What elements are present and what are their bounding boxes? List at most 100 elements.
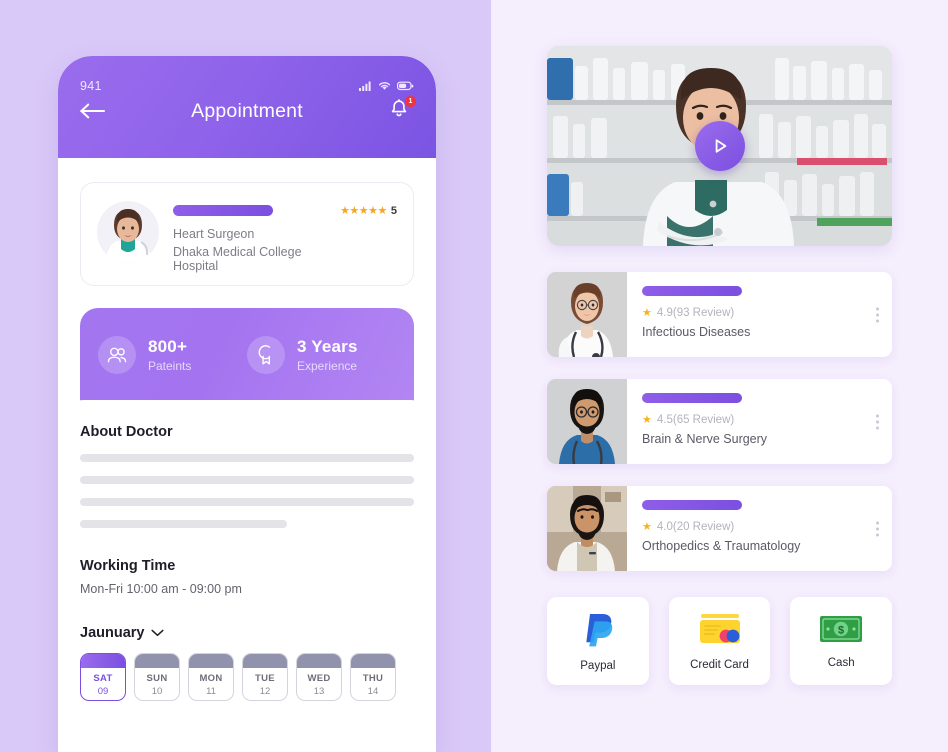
- doctor-details: ★ 4.0(20 Review) Orthopedics & Traumatol…: [627, 486, 892, 571]
- wifi-icon: [378, 81, 391, 91]
- stat-experience: 3 Years Experience: [247, 336, 396, 374]
- battery-icon: [397, 81, 414, 91]
- stats-and-about-wrap: 800+ Pateints 3 Years Experience About D…: [58, 308, 436, 720]
- date-chip-num: 11: [206, 686, 216, 697]
- doctor-name-placeholder: [642, 500, 742, 510]
- doctor-rating: ★ 4.0(20 Review): [642, 520, 892, 534]
- doctor-name-placeholder: [642, 393, 742, 403]
- about-text-line: [80, 476, 414, 484]
- doctor-avatar: [97, 201, 159, 263]
- doctor-thumbnail: [547, 379, 627, 464]
- list-item[interactable]: ★ 4.5(65 Review) Brain & Nerve Surgery: [547, 379, 892, 464]
- details-sheet: About Doctor Working Time Mon-Fri 10:00 …: [58, 400, 436, 720]
- working-time-title: Working Time: [80, 558, 176, 574]
- doctor-specialty: Brain & Nerve Surgery: [642, 432, 768, 446]
- about-doctor-title: About Doctor: [80, 424, 173, 440]
- status-time: 941: [80, 79, 102, 93]
- doctor-name-placeholder: [173, 205, 273, 216]
- paypal-icon: [581, 611, 615, 652]
- payment-methods: Paypal Credit Card $ Cash: [547, 597, 893, 685]
- date-picker: SAT 09 SUN 10 MON 11 TUE 12 WED 13 THU 1…: [80, 653, 414, 701]
- doctor-summary-card[interactable]: Heart Surgeon Dhaka Medical College Hosp…: [80, 182, 414, 286]
- doctor-thumbnail: [547, 272, 627, 357]
- stat-experience-label: Experience: [297, 359, 358, 373]
- phone-mockup: 941 Appointment 1 Heart Surgeon Dhaka Me…: [58, 56, 436, 752]
- date-chip-dow: SUN: [146, 673, 168, 684]
- date-chip-top: [81, 654, 125, 668]
- date-chip-dow: WED: [307, 673, 331, 684]
- rating-text: 4.0(20 Review): [656, 520, 735, 533]
- video-card[interactable]: [547, 46, 892, 246]
- payment-label: Cash: [827, 656, 855, 669]
- doctor-name-placeholder: [642, 286, 742, 296]
- payment-label: Credit Card: [690, 658, 749, 671]
- rating-text: 4.5(65 Review): [656, 413, 735, 426]
- about-text-line: [80, 454, 414, 462]
- date-chip-dow: THU: [362, 673, 384, 684]
- back-button[interactable]: [80, 99, 110, 123]
- date-chip-top: [135, 654, 179, 668]
- patients-icon: [98, 336, 136, 374]
- nav-row: Appointment 1: [80, 94, 416, 128]
- doctor-hospital: Dhaka Medical College Hospital: [173, 245, 302, 273]
- working-time-value: Mon-Fri 10:00 am - 09:00 pm: [80, 582, 242, 596]
- credit-card-icon: [698, 612, 742, 651]
- date-chip-thu-14[interactable]: THU 14: [350, 653, 396, 701]
- stat-patients-value: 800+: [148, 337, 188, 356]
- doctor-thumbnail: [547, 486, 627, 571]
- notification-button[interactable]: 1: [388, 96, 416, 124]
- stat-experience-value: 3 Years: [297, 337, 358, 356]
- cash-icon: $: [819, 614, 863, 649]
- status-bar: 941: [80, 56, 414, 93]
- doctor-info: Heart Surgeon Dhaka Medical College Hosp…: [173, 199, 326, 273]
- kebab-menu-icon[interactable]: [876, 414, 879, 429]
- doctor-specialty: Infectious Diseases: [642, 325, 751, 339]
- star-rating-icon: ★★★★★: [340, 205, 387, 217]
- right-panel: ★ 4.9(93 Review) Infectious Diseases ★ 4…: [491, 0, 948, 752]
- payment-label: Paypal: [580, 659, 616, 672]
- phone-header: 941 Appointment 1: [58, 56, 436, 158]
- svg-text:$: $: [838, 624, 844, 636]
- date-chip-num: 09: [97, 686, 109, 697]
- date-chip-wed-13[interactable]: WED 13: [296, 653, 342, 701]
- date-chip-top: [243, 654, 287, 668]
- play-icon: [715, 139, 726, 153]
- payment-option-paypal[interactable]: Paypal: [547, 597, 649, 685]
- signal-icon: [359, 81, 372, 91]
- doctor-details: ★ 4.9(93 Review) Infectious Diseases: [627, 272, 892, 357]
- doctor-specialty: Heart Surgeon: [173, 227, 255, 241]
- kebab-menu-icon[interactable]: [876, 307, 879, 322]
- about-text-line: [80, 520, 288, 528]
- date-chip-sun-10[interactable]: SUN 10: [134, 653, 180, 701]
- date-chip-top: [297, 654, 341, 668]
- list-item[interactable]: ★ 4.0(20 Review) Orthopedics & Traumatol…: [547, 486, 892, 571]
- kebab-menu-icon[interactable]: [876, 521, 879, 536]
- star-icon: ★: [642, 414, 652, 426]
- page-title: Appointment: [191, 99, 303, 122]
- stat-patients-label: Pateints: [148, 359, 192, 373]
- chevron-down-icon: [151, 624, 165, 642]
- stat-patients: 800+ Pateints: [98, 336, 247, 374]
- date-chip-tue-12[interactable]: TUE 12: [242, 653, 288, 701]
- month-label: Jaunuary: [80, 625, 145, 641]
- date-chip-dow: MON: [199, 673, 223, 684]
- status-icons: [359, 81, 414, 91]
- star-icon: ★: [642, 307, 652, 319]
- date-chip-mon-11[interactable]: MON 11: [188, 653, 234, 701]
- date-chip-dow: TUE: [255, 673, 275, 684]
- notification-badge: 1: [405, 96, 416, 107]
- date-chip-num: 14: [367, 686, 379, 697]
- date-chip-num: 12: [259, 686, 271, 697]
- date-chip-sat-09[interactable]: SAT 09: [80, 653, 126, 701]
- play-button[interactable]: [694, 121, 745, 171]
- award-icon: [247, 336, 285, 374]
- list-item[interactable]: ★ 4.9(93 Review) Infectious Diseases: [547, 272, 892, 357]
- doctor-list: ★ 4.9(93 Review) Infectious Diseases ★ 4…: [547, 272, 892, 571]
- date-chip-num: 10: [151, 686, 163, 697]
- payment-option-credit-card[interactable]: Credit Card: [668, 597, 771, 685]
- date-chip-dow: SAT: [93, 673, 113, 684]
- month-selector[interactable]: Jaunuary: [80, 624, 414, 642]
- star-icon: ★: [642, 521, 652, 533]
- left-panel: 941 Appointment 1 Heart Surgeon Dhaka Me…: [0, 0, 491, 752]
- payment-option-cash[interactable]: $ Cash: [790, 597, 893, 685]
